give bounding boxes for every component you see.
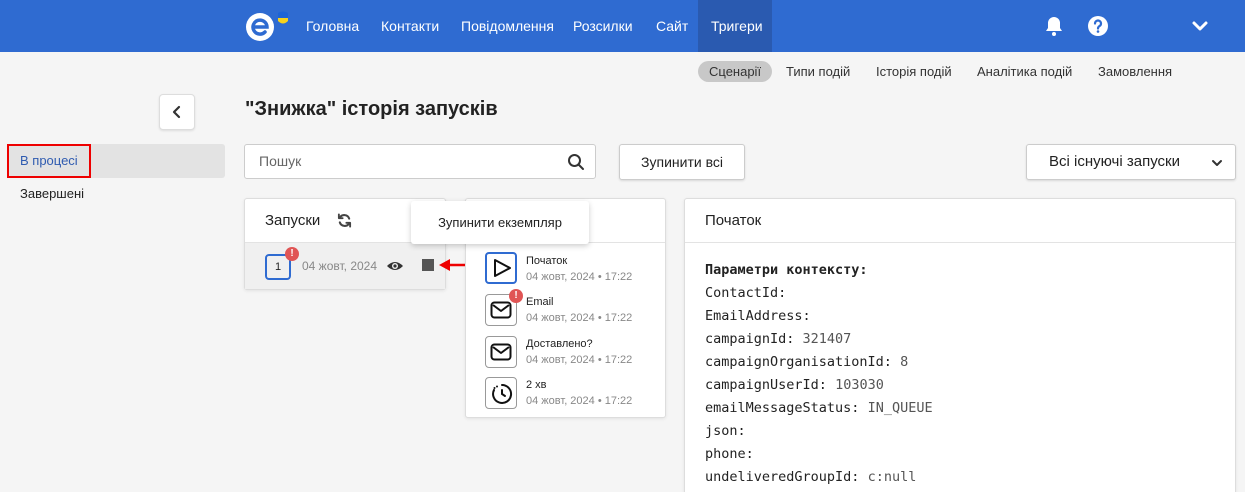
runs-filter-select[interactable]: Всі існуючі запуски [1026,144,1236,180]
context-param: ContactId: [705,285,786,301]
param-value: c:null [867,469,917,485]
param-key: json: [705,423,746,439]
param-key: phone: [705,446,754,462]
context-param: emailMessageStatus: IN_QUEUE [705,400,933,416]
context-param: campaignOrganisationId: 8 [705,354,908,370]
context-param: undeliveredGroupId: c:null [705,469,916,485]
logo-icon[interactable] [244,9,288,43]
nav-item-messages[interactable]: Повідомлення [461,0,554,52]
subnav-item-orders[interactable]: Замовлення [1098,61,1172,82]
param-key: EmailAddress: [705,308,811,324]
param-value: 8 [900,354,909,370]
sidebar-item-completed[interactable]: Завершені [20,186,84,201]
context-param: campaignId: 321407 [705,331,851,347]
chevron-down-icon [1212,160,1222,166]
nav-item-site[interactable]: Сайт [656,0,688,52]
detail-card: Початок Параметри контексту: ContactId: … [684,198,1236,492]
context-param: EmailAddress: [705,308,811,324]
param-key: campaignId: [705,331,795,347]
detail-title: Початок [705,212,762,229]
bell-icon[interactable] [1042,14,1066,38]
param-key: campaignOrganisationId: [705,354,892,370]
nav-item-home[interactable]: Головна [306,0,359,52]
detail-card-header: Початок [685,199,1235,243]
step-date: 04 жовт, 2024 • 17:22 [526,354,633,366]
step-date: 04 жовт, 2024 • 17:22 [526,271,633,283]
alert-icon: ! [509,289,523,303]
runs-filter-label: Всі існуючі запуски [1049,153,1180,170]
back-button[interactable] [159,94,195,130]
play-icon[interactable] [485,252,517,284]
param-key: ContactId: [705,285,787,301]
page-title: "Знижка" історія запусків [245,98,498,120]
eye-icon[interactable] [386,259,404,273]
run-list-item[interactable]: 1 ! 04 жовт, 2024 [245,243,445,289]
stop-instance-tooltip: Зупинити екземпляр [411,201,589,244]
arrow-left-icon [439,259,467,271]
param-key: campaignUserId: [705,377,827,393]
subnav-item-event-types[interactable]: Типи подій [786,61,850,82]
param-value: 103030 [835,377,884,393]
param-key: undeliveredGroupId: [705,469,860,485]
param-key: emailMessageStatus: [705,400,860,416]
search-icon[interactable] [567,153,585,171]
context-heading: Параметри контексту: [705,262,868,278]
top-navbar: Головна Контакти Повідомлення Розсилки С… [0,0,1245,52]
stop-instance-button[interactable] [422,259,434,271]
sidebar-item-in-progress[interactable]: В процесі [7,144,91,178]
runs-title: Запуски [265,212,321,229]
nav-item-mailings[interactable]: Розсилки [573,0,633,52]
nav-item-contacts[interactable]: Контакти [381,0,439,52]
chevron-left-icon [172,105,181,119]
param-value: IN_QUEUE [867,400,933,416]
context-param: json: [705,423,746,439]
search-field[interactable] [244,144,596,179]
step-name: Доставлено? [526,338,593,350]
alert-icon: ! [285,247,299,261]
refresh-icon[interactable] [337,213,352,228]
nav-item-triggers[interactable]: Тригери [698,0,772,52]
run-date: 04 жовт, 2024 [302,259,378,273]
subnav-item-event-history[interactable]: Історія подій [876,61,952,82]
search-input[interactable] [259,153,549,169]
param-value: 321407 [802,331,852,347]
mail-glyph-icon [490,301,512,319]
step-name: Початок [526,255,568,267]
step-name: Email [526,296,554,308]
step-date: 04 жовт, 2024 • 17:22 [526,312,633,324]
play-glyph-icon [494,259,511,277]
mail-icon[interactable] [485,336,517,368]
step-name: 2 хв [526,379,547,391]
mail-glyph-icon [490,343,512,361]
subnav-item-event-analytics[interactable]: Аналітика подій [977,61,1072,82]
timer-icon[interactable] [485,377,517,409]
stop-all-button[interactable]: Зупинити всі [619,144,745,180]
context-param: phone: [705,446,754,462]
help-icon[interactable] [1086,14,1110,38]
subnav-item-scenarios[interactable]: Сценарії [698,61,773,82]
context-param: campaignUserId: 103030 [705,377,884,393]
clock-glyph-icon [492,383,513,404]
chevron-down-icon[interactable] [1188,14,1212,38]
step-date: 04 жовт, 2024 • 17:22 [526,395,633,407]
